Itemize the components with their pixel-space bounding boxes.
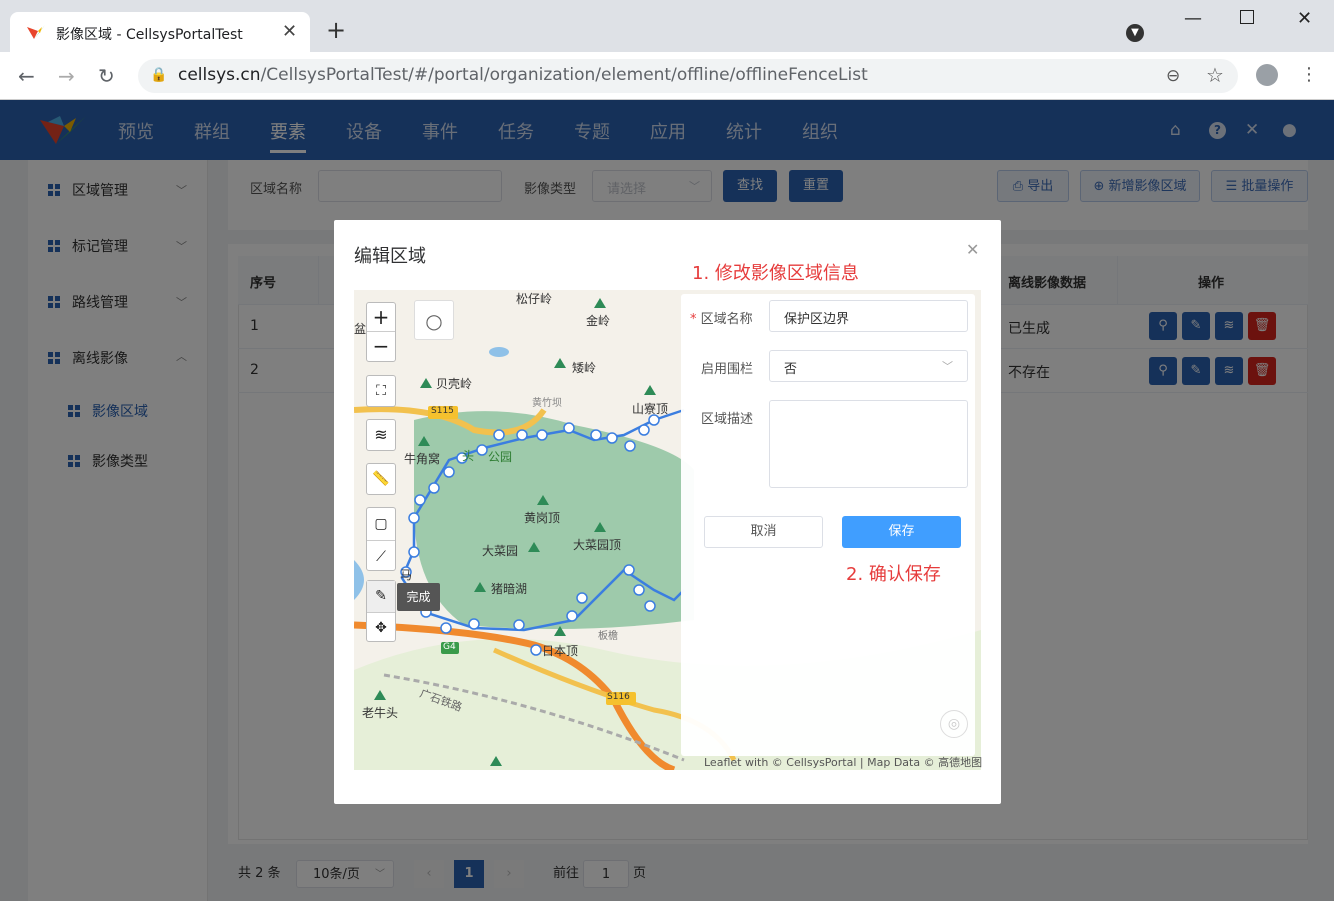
map-label: 牛角窝: [404, 452, 441, 466]
bookmark-star-icon[interactable]: ☆: [1206, 63, 1224, 87]
fullscreen-icon[interactable]: ⛶: [366, 375, 396, 407]
locate-me-icon[interactable]: ◎: [940, 710, 968, 738]
enable-fence-label: 启用围栏: [701, 362, 754, 377]
map-label: 板檐: [598, 631, 618, 642]
chevron-down-icon: ﹀: [942, 360, 953, 373]
layers-icon[interactable]: ≋: [366, 419, 396, 451]
enable-fence-value: 否: [784, 362, 798, 377]
map-label: 贝壳岭: [436, 377, 473, 391]
dialog-close-icon[interactable]: ✕: [966, 240, 979, 259]
forward-icon[interactable]: →: [58, 64, 75, 88]
url-field[interactable]: 🔒 cellsys.cn/CellsysPortalTest/#/portal/…: [138, 59, 1238, 93]
draw-rectangle-icon[interactable]: ▢: [367, 508, 395, 541]
map-label: 黄岗顶: [524, 511, 561, 525]
map-search-icon[interactable]: ○: [414, 300, 454, 340]
close-window-icon[interactable]: ✕: [1297, 8, 1312, 29]
draw-toolbar: ▢ ⟋: [366, 507, 396, 571]
annotation-step-1: 1. 修改影像区域信息: [692, 263, 859, 284]
map-label: 大菜园: [482, 544, 519, 558]
maximize-icon[interactable]: [1240, 10, 1254, 24]
profile-avatar[interactable]: [1256, 64, 1278, 86]
map-label: 矮岭: [572, 361, 597, 375]
zoom-control: + −: [366, 302, 396, 362]
map-label: S116: [607, 692, 630, 702]
complete-tooltip[interactable]: 完成: [397, 583, 440, 611]
map-attribution: Leaflet with © CellsysPortal | Map Data …: [704, 756, 983, 769]
move-icon[interactable]: ✥: [367, 613, 395, 644]
map-label: G4: [443, 642, 456, 652]
map-label: 盆: [354, 322, 367, 336]
map-label: 公园: [488, 450, 513, 464]
draw-polyline-icon[interactable]: ⟋: [367, 541, 395, 573]
annotation-step-2: 2. 确认保存: [846, 564, 941, 585]
edit-toolbar: ✎ ✥: [366, 580, 396, 642]
tab-title: 影像区域 - CellsysPortalTest: [56, 27, 243, 43]
minimize-icon[interactable]: —: [1184, 8, 1202, 29]
area-description-textarea[interactable]: [769, 400, 968, 488]
area-name-value: 保护区边界: [784, 312, 850, 327]
url-host: cellsys.cn: [178, 65, 261, 85]
app-logo-icon: [27, 25, 45, 39]
map-label: 大菜园顶: [573, 538, 622, 552]
ruler-icon[interactable]: 📏: [366, 463, 396, 495]
back-icon[interactable]: ←: [18, 64, 35, 88]
zoom-in-button[interactable]: +: [367, 303, 395, 332]
map-label: 头: [462, 449, 475, 463]
map-label: 日本顶: [542, 644, 579, 658]
map-label: 猪暗湖: [491, 582, 528, 596]
lock-icon: 🔒: [150, 67, 168, 83]
cancel-button[interactable]: 取消: [704, 516, 823, 548]
map-label: 松仔岭: [516, 292, 553, 306]
edit-vertex-icon[interactable]: ✎: [367, 581, 395, 613]
map-label: 马: [400, 568, 413, 582]
area-name-label: * 区域名称: [690, 312, 753, 327]
close-tab-icon[interactable]: ✕: [282, 21, 297, 42]
save-button[interactable]: 保存: [842, 516, 961, 548]
area-description-label: 区域描述: [701, 412, 754, 427]
new-tab-icon[interactable]: +: [326, 16, 346, 44]
browser-menu-icon[interactable]: ⋮: [1300, 64, 1318, 85]
required-mark: *: [690, 312, 701, 327]
map-label: 金岭: [586, 314, 611, 328]
map-label: 黄竹坝: [532, 398, 562, 409]
browser-tab[interactable]: 影像区域 - CellsysPortalTest ✕: [10, 12, 310, 52]
url-path: /CellsysPortalTest/#/portal/organization…: [260, 65, 868, 85]
map-label: 山寮顶: [632, 402, 669, 416]
map-label: 老牛头: [362, 706, 399, 720]
reload-icon[interactable]: ↻: [98, 64, 115, 88]
map-label: S115: [431, 406, 454, 416]
zoom-icon[interactable]: ⊖: [1166, 66, 1180, 86]
enable-fence-select[interactable]: 否 ﹀: [769, 350, 968, 382]
area-name-input[interactable]: 保护区边界: [769, 300, 968, 332]
zoom-out-button[interactable]: −: [367, 332, 395, 360]
download-icon[interactable]: ▼: [1126, 24, 1144, 42]
dialog-title: 编辑区域: [354, 246, 426, 267]
